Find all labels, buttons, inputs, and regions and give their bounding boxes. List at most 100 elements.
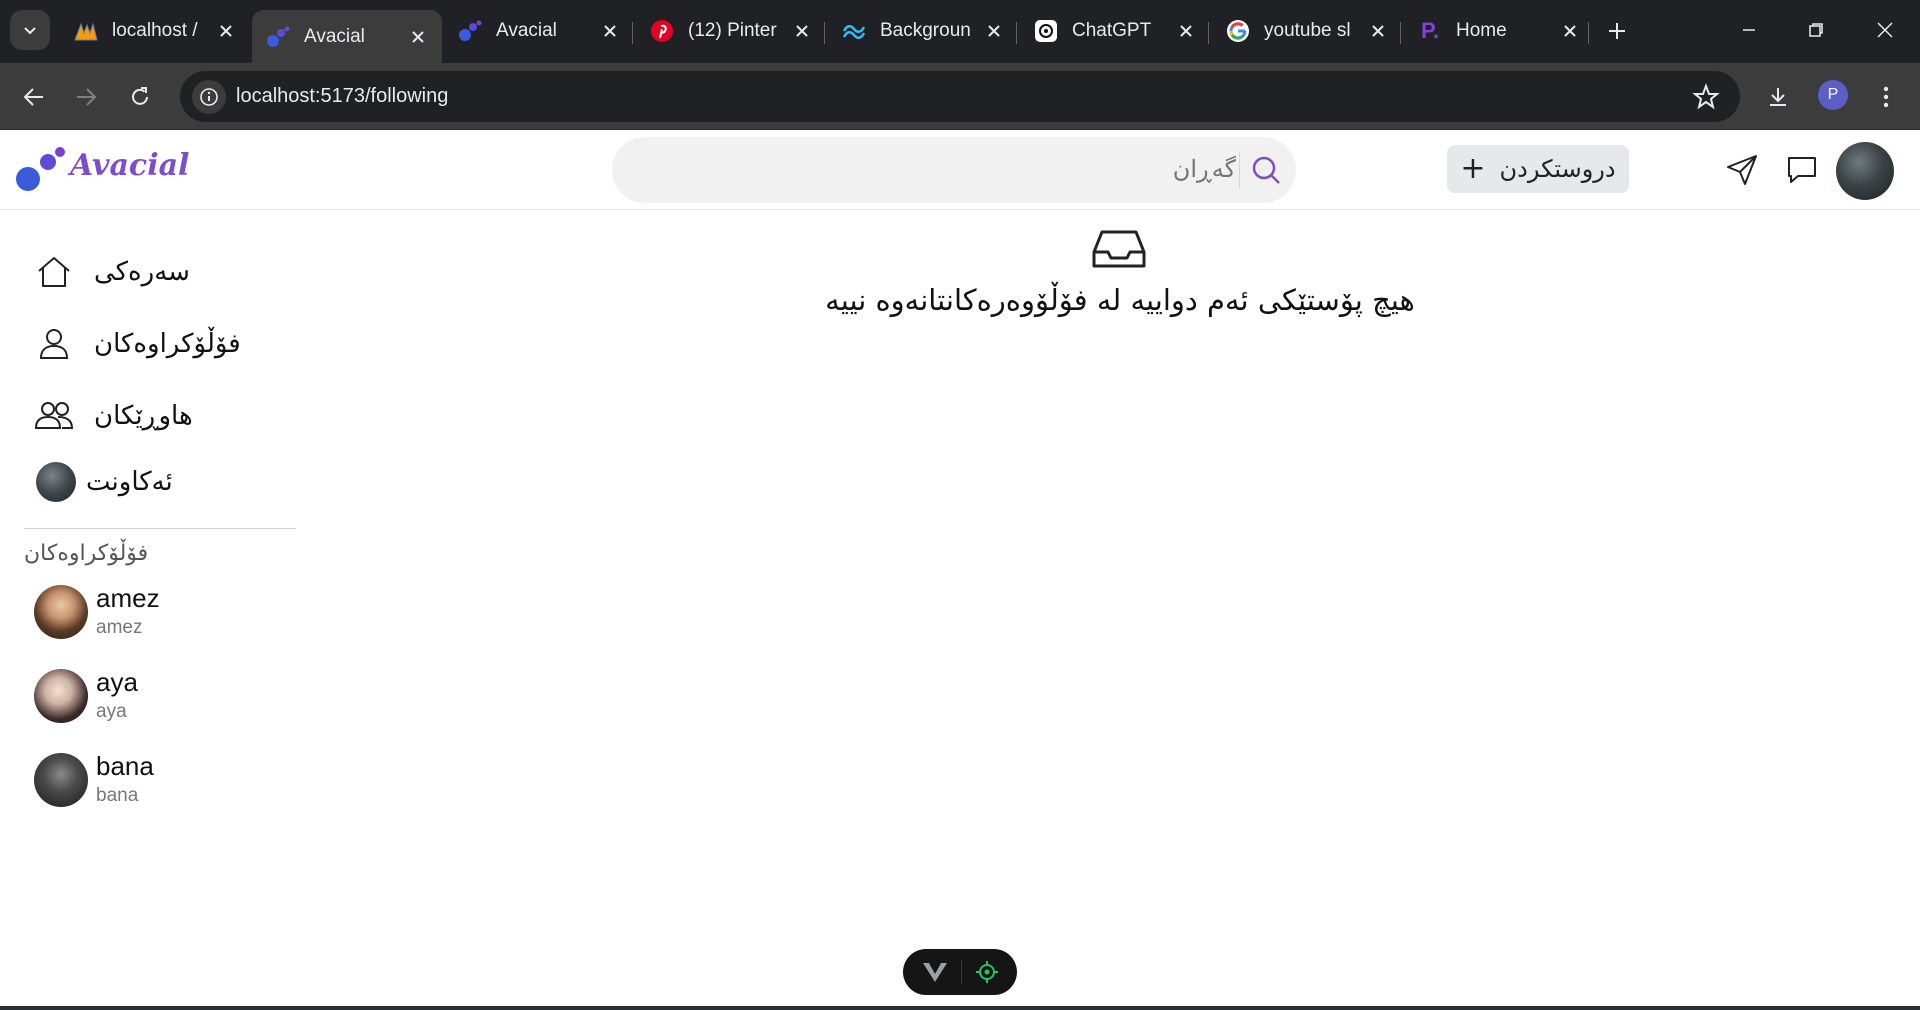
following-name: amez <box>96 583 160 613</box>
avacial-logo-icon[interactable] <box>14 146 66 194</box>
sidebar-item-friends[interactable]: هاوڕێکان <box>34 388 284 444</box>
target-icon[interactable] <box>975 960 999 984</box>
close-icon[interactable] <box>214 19 238 43</box>
following-name: aya <box>96 667 138 697</box>
following-username: bana <box>96 785 139 806</box>
sidebar-item-home[interactable]: سەرەکی <box>34 244 284 300</box>
send-icon <box>1727 155 1757 185</box>
avatar <box>36 462 76 502</box>
browser-tab[interactable]: Backgroun <box>828 10 1018 52</box>
sidebar-item-account[interactable]: ئەکاونت <box>36 454 286 510</box>
browser-tab[interactable]: Avacial <box>444 10 634 52</box>
sidebar: سەرەکی فۆڵۆکراوەکان هاوڕێکان ئەکاونت فۆڵ… <box>0 211 300 991</box>
following-list-item[interactable]: aya aya <box>34 667 294 727</box>
close-icon[interactable] <box>1366 19 1390 43</box>
browser-tab[interactable]: P. Home <box>1404 10 1594 52</box>
brand-name[interactable]: Avacial <box>70 148 189 183</box>
sidebar-item-following[interactable]: فۆڵۆکراوەکان <box>34 316 284 372</box>
close-icon[interactable] <box>1174 19 1198 43</box>
following-list-item[interactable]: amez amez <box>34 583 294 643</box>
browser-tab[interactable]: ChatGPT <box>1020 10 1210 52</box>
users-icon <box>34 396 74 436</box>
sidebar-divider <box>24 528 296 529</box>
google-icon <box>1226 19 1250 43</box>
reload-icon <box>132 87 148 105</box>
sidebar-item-label: فۆڵۆکراوەکان <box>94 329 241 359</box>
download-icon <box>1770 88 1786 106</box>
app-header: Avacial + دروستکردن <box>0 130 1920 210</box>
site-info-icon[interactable] <box>192 80 226 114</box>
plus-icon: + <box>1460 151 1486 186</box>
tab-separator <box>632 22 633 44</box>
tab-title: (12) Pinter <box>688 20 777 41</box>
search-bar[interactable] <box>612 137 1296 203</box>
tab-title: Avacial <box>496 20 557 41</box>
search-input[interactable] <box>636 137 1236 203</box>
bookmark-star-icon[interactable] <box>1692 83 1720 111</box>
browser-tab[interactable]: localhost / <box>60 10 250 52</box>
close-icon[interactable] <box>982 19 1006 43</box>
arrow-left-icon <box>23 88 43 106</box>
tab-separator <box>1588 22 1589 44</box>
avatar <box>34 753 88 807</box>
restore-icon <box>1809 23 1823 37</box>
close-icon[interactable] <box>406 25 430 49</box>
vue-devtools-icon[interactable] <box>922 961 948 983</box>
user-icon <box>34 324 74 364</box>
following-list-item[interactable]: bana bana <box>34 751 294 811</box>
search-icon[interactable] <box>1250 154 1282 186</box>
tab-separator <box>1016 22 1017 44</box>
sidebar-item-label: هاوڕێکان <box>94 401 193 431</box>
avacial-icon <box>458 19 482 43</box>
restore-button[interactable] <box>1791 10 1841 50</box>
minimize-icon <box>1743 29 1755 31</box>
pinterest-icon <box>650 19 674 43</box>
browser-tab[interactable]: youtube sl <box>1212 10 1402 52</box>
user-avatar[interactable] <box>1836 142 1894 200</box>
new-tab-button[interactable] <box>1600 14 1634 48</box>
minimize-button[interactable] <box>1724 10 1774 50</box>
browser-menu-button[interactable] <box>1866 77 1906 117</box>
tab-title: localhost / <box>112 20 198 41</box>
dev-toolbar[interactable] <box>903 949 1017 995</box>
downloads-button[interactable] <box>1758 77 1798 117</box>
tab-title: youtube sl <box>1264 20 1351 41</box>
tab-title: Home <box>1456 20 1507 41</box>
bottom-edge <box>0 1006 1920 1010</box>
tab-separator <box>1400 22 1401 44</box>
forward-button[interactable] <box>66 77 106 117</box>
home-icon <box>34 252 74 292</box>
dev-toolbar-divider <box>960 960 962 984</box>
close-icon <box>1877 22 1893 38</box>
browser-tab[interactable]: (12) Pinter <box>636 10 826 52</box>
p-logo-icon: P. <box>1421 18 1439 43</box>
browser-toolbar: localhost:5173/following P <box>0 63 1920 130</box>
messages-button[interactable] <box>1722 150 1762 190</box>
inbox-icon <box>1092 230 1146 268</box>
search-divider <box>1239 152 1240 188</box>
arrow-right-icon <box>77 88 97 106</box>
reload-button[interactable] <box>120 77 160 117</box>
back-button[interactable] <box>14 77 54 117</box>
avacial-icon <box>266 25 290 49</box>
tab-title: Avacial <box>304 25 365 47</box>
avatar <box>34 669 88 723</box>
following-section-title: فۆڵۆکراوەکان <box>24 541 149 566</box>
close-icon[interactable] <box>598 19 622 43</box>
comments-button[interactable] <box>1782 150 1822 190</box>
browser-profile-avatar[interactable]: P <box>1818 80 1848 110</box>
chevron-down-icon <box>24 27 36 35</box>
sidebar-item-label: ئەکاونت <box>86 467 173 497</box>
browser-tab-active[interactable]: Avacial <box>252 10 442 63</box>
tab-title: ChatGPT <box>1072 20 1152 41</box>
close-icon[interactable] <box>1558 19 1582 43</box>
avatar <box>34 585 88 639</box>
empty-feed-message: هیچ پۆستێکی ئەم دواییە لە فۆڵۆوەرەکانتان… <box>825 283 1415 317</box>
close-icon[interactable] <box>790 19 814 43</box>
create-post-button[interactable]: + دروستکردن <box>1447 145 1629 193</box>
url-text: localhost:5173/following <box>236 85 449 107</box>
tailwind-icon <box>842 19 866 43</box>
address-bar[interactable]: localhost:5173/following <box>180 71 1740 122</box>
close-window-button[interactable] <box>1860 10 1910 50</box>
tab-search-button[interactable] <box>10 10 50 50</box>
